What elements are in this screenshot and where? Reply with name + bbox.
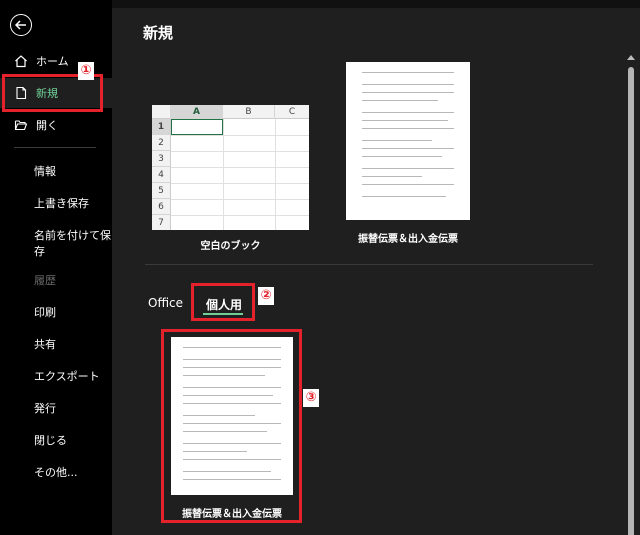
sidebar-item-label: 開く (36, 119, 58, 132)
vertical-scrollbar[interactable] (626, 55, 636, 535)
sidebar-item-close[interactable]: 閉じる (34, 432, 67, 448)
column-header: C (288, 107, 296, 117)
grid-line (171, 151, 309, 152)
scroll-up-arrow-icon[interactable] (627, 55, 635, 60)
sidebar-item-export[interactable]: エクスポート (34, 368, 100, 384)
sidebar-item-share[interactable]: 共有 (34, 336, 56, 352)
home-icon (15, 55, 27, 68)
row-header: 2 (152, 135, 171, 151)
annotation-badge-2: ② (258, 287, 274, 305)
highlight-box-personal-tab (191, 283, 255, 321)
sidebar-item-more[interactable]: その他... (34, 464, 78, 480)
sidebar-item-history: 履歴 (34, 274, 56, 287)
sidebar-item-open[interactable]: 開く (0, 110, 112, 140)
open-folder-icon (14, 120, 28, 131)
selected-cell (171, 119, 223, 135)
row-header: 5 (152, 183, 171, 199)
sidebar-item-save-as[interactable]: 名前を付けて保存 (34, 227, 112, 259)
grid-line (171, 183, 309, 184)
template-label: 振替伝票＆出入金伝票 (358, 234, 458, 245)
row-header: 6 (152, 199, 171, 215)
annotation-badge-1: ① (78, 62, 94, 80)
row-header: 3 (152, 151, 171, 167)
top-strip (112, 0, 640, 8)
sidebar-item-label: ホーム (36, 55, 69, 68)
grid-line (275, 119, 276, 230)
highlight-box-personal-template (161, 329, 302, 523)
row-header: 7 (152, 215, 171, 230)
scroll-thumb[interactable] (628, 67, 634, 535)
row-header: 4 (152, 167, 171, 183)
template-label: 空白のブック (200, 241, 261, 252)
section-divider (145, 264, 593, 265)
grid-line (223, 119, 224, 230)
back-arrow-icon[interactable] (10, 14, 32, 36)
sidebar-item-info[interactable]: 情報 (34, 163, 56, 179)
column-header: A (171, 105, 223, 119)
page-title: 新規 (143, 24, 174, 42)
template-transfer-slip[interactable] (346, 62, 470, 220)
corner-cell (152, 105, 171, 119)
grid-line (171, 199, 309, 200)
sidebar-item-home[interactable]: ホーム (0, 46, 112, 76)
column-header-row: A B C (152, 105, 309, 119)
grid-line (171, 167, 309, 168)
sidebar-item-publish[interactable]: 発行 (34, 400, 56, 416)
sidebar-item-print[interactable]: 印刷 (34, 304, 56, 320)
grid-line (171, 215, 309, 216)
annotation-badge-3: ③ (303, 389, 319, 407)
column-header: B (223, 105, 275, 119)
sidebar-item-save[interactable]: 上書き保存 (34, 195, 89, 211)
grid-line (171, 135, 309, 136)
sidebar-divider (14, 147, 96, 148)
template-blank-workbook[interactable]: A B C 1 2 3 4 5 6 7 (152, 105, 309, 230)
tab-office[interactable]: Office (148, 296, 183, 310)
row-header: 1 (152, 119, 171, 135)
